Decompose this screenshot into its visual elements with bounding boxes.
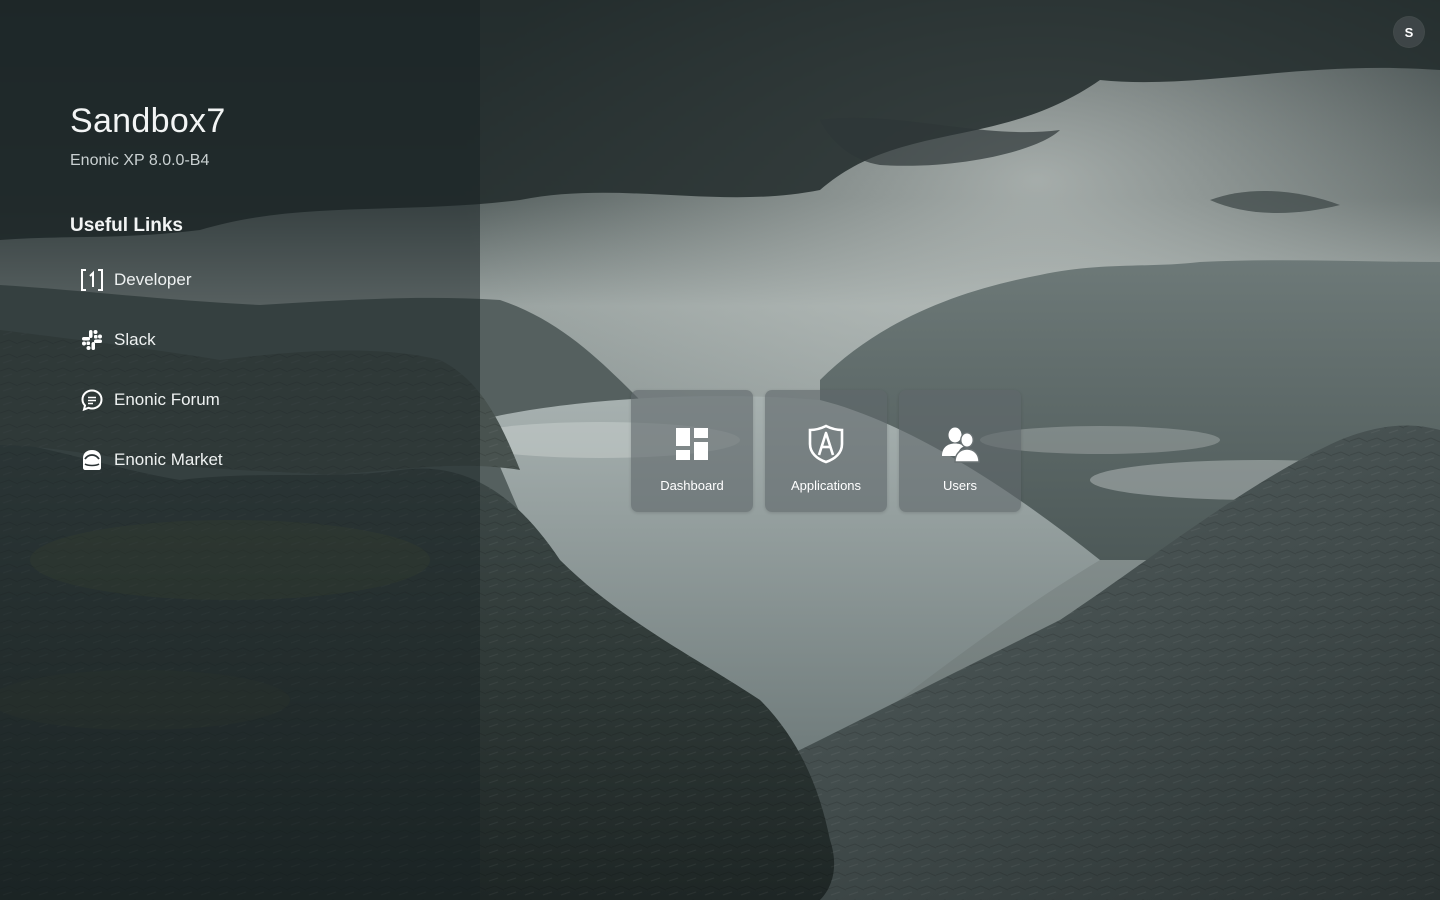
applications-tile[interactable]: Applications	[765, 390, 887, 512]
user-avatar[interactable]: S	[1394, 17, 1424, 47]
slack-icon	[80, 328, 104, 352]
applications-tile-label: Applications	[790, 478, 862, 493]
developer-portal-icon	[80, 268, 104, 292]
dashboard-tile[interactable]: Dashboard	[631, 390, 753, 512]
applications-icon	[808, 424, 844, 464]
link-developer[interactable]: Developer	[80, 265, 192, 295]
link-slack[interactable]: Slack	[80, 325, 156, 355]
market-icon	[80, 448, 104, 472]
version-label: Enonic XP 8.0.0-B4	[70, 152, 210, 169]
useful-links-heading: Useful Links	[70, 215, 183, 236]
dashboard-icon	[676, 428, 708, 460]
forum-icon	[80, 388, 104, 412]
info-panel: Sandbox7 Enonic XP 8.0.0-B4 Useful Links…	[0, 0, 480, 900]
link-label: Slack	[114, 330, 156, 349]
users-tile[interactable]: Users	[899, 390, 1021, 512]
link-label: Developer	[114, 270, 192, 289]
link-label: Enonic Forum	[114, 390, 220, 409]
link-market[interactable]: Enonic Market	[80, 445, 223, 475]
dashboard-tile-label: Dashboard	[660, 478, 724, 493]
link-label: Enonic Market	[114, 450, 223, 469]
launcher-screen: Sandbox7 Enonic XP 8.0.0-B4 Useful Links…	[0, 0, 1440, 900]
link-forum[interactable]: Enonic Forum	[80, 385, 220, 415]
site-title: Sandbox7	[70, 102, 226, 140]
users-tile-label: Users	[943, 478, 977, 493]
users-icon	[942, 427, 980, 463]
